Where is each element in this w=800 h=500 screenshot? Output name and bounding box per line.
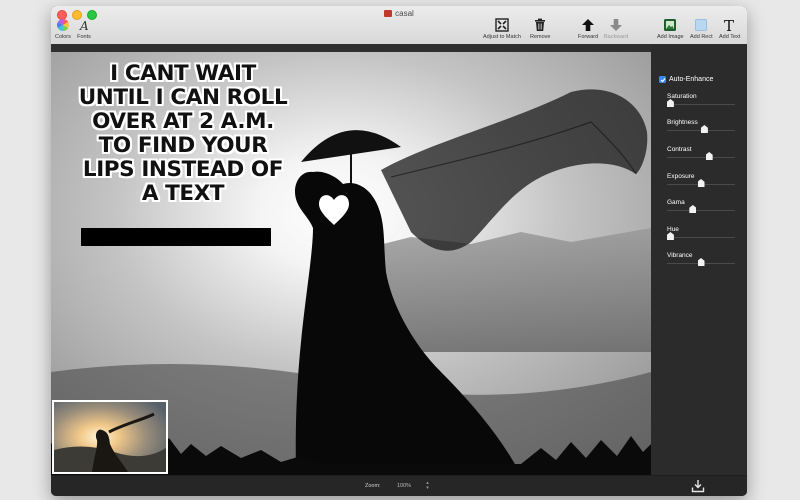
- slider-track[interactable]: [667, 179, 735, 187]
- caption-line: OVER AT 2 A.M.: [92, 109, 274, 134]
- fonts-button[interactable]: A Fonts: [77, 18, 91, 40]
- exposure-slider[interactable]: Exposure: [667, 173, 735, 187]
- text-icon: T: [724, 18, 734, 32]
- zoom-stepper[interactable]: ▴ ▾: [425, 481, 430, 491]
- adjustments-sidebar: Auto-Enhance Saturation Brightness Contr…: [651, 44, 747, 475]
- adjust-to-match-button[interactable]: Adjust to Match: [483, 18, 521, 40]
- backward-button[interactable]: Backward: [604, 18, 628, 40]
- gama-slider[interactable]: Gama: [667, 199, 735, 213]
- arrow-up-icon: [582, 19, 595, 31]
- rectangle-icon: [695, 19, 708, 31]
- checkbox-checked[interactable]: [659, 76, 666, 83]
- slider-thumb[interactable]: [700, 125, 708, 133]
- caption-line: TO FIND YOUR: [98, 133, 268, 158]
- window-title: casal: [51, 9, 747, 18]
- remove-button[interactable]: Remove: [530, 18, 550, 40]
- caption-line: A TEXT: [141, 181, 225, 206]
- add-rect-button[interactable]: Add Rect: [690, 18, 713, 40]
- add-image-button[interactable]: Add Image: [657, 18, 684, 40]
- thumbnail-photo: [54, 402, 166, 472]
- forward-button[interactable]: Forward: [578, 18, 598, 40]
- slider-track[interactable]: [667, 125, 735, 133]
- slider-track[interactable]: [667, 258, 735, 266]
- caption-line: I CANT WAIT: [110, 61, 256, 86]
- colors-button[interactable]: Colors: [55, 18, 71, 40]
- slider-thumb[interactable]: [689, 205, 697, 213]
- slider-thumb[interactable]: [666, 99, 674, 107]
- meme-caption[interactable]: I CANT WAIT UNTIL I CAN ROLL OVER AT 2 A…: [55, 62, 311, 206]
- font-icon: A: [79, 19, 89, 32]
- color-wheel-icon: [56, 18, 69, 31]
- svg-text:T: T: [724, 18, 734, 32]
- black-rectangle-layer[interactable]: [81, 228, 271, 246]
- slider-thumb[interactable]: [697, 258, 705, 266]
- download-tray-icon: [691, 480, 705, 493]
- slider-thumb[interactable]: [666, 232, 674, 240]
- add-text-button[interactable]: T Add Text: [719, 18, 740, 40]
- slider-track[interactable]: [666, 232, 735, 240]
- canvas-top-strip: [51, 44, 651, 52]
- app-window: casal Colors A Fonts Adjust to Match Rem…: [51, 6, 747, 496]
- zoom-label: Zoom:: [365, 483, 381, 489]
- saturation-slider[interactable]: Saturation: [666, 93, 735, 107]
- arrow-down-icon: [610, 19, 623, 31]
- hue-slider[interactable]: Hue: [666, 226, 735, 240]
- caption-line: LIPS INSTEAD OF: [82, 157, 284, 182]
- slider-thumb[interactable]: [697, 179, 705, 187]
- fit-screen-icon: [495, 18, 509, 32]
- export-button[interactable]: [691, 479, 705, 493]
- contrast-slider[interactable]: Contrast: [667, 146, 735, 160]
- auto-enhance-checkbox[interactable]: Auto-Enhance: [659, 76, 713, 83]
- image-icon: [664, 19, 677, 31]
- vibrance-slider[interactable]: Vibrance: [667, 252, 735, 266]
- slider-thumb[interactable]: [705, 152, 713, 160]
- checkmark-icon: [660, 77, 665, 82]
- svg-text:A: A: [79, 19, 89, 32]
- bottom-bar: Zoom: 100% ▴ ▾: [51, 475, 747, 496]
- zoom-value[interactable]: 100%: [397, 483, 411, 489]
- trash-icon: [535, 18, 546, 31]
- document-icon: [384, 10, 393, 17]
- image-canvas[interactable]: I CANT WAIT UNTIL I CAN ROLL OVER AT 2 A…: [51, 52, 651, 475]
- slider-track[interactable]: [667, 152, 735, 160]
- slider-track[interactable]: [667, 205, 735, 213]
- brightness-slider[interactable]: Brightness: [667, 119, 735, 133]
- toolbar: casal Colors A Fonts Adjust to Match Rem…: [51, 6, 747, 45]
- caption-line: UNTIL I CAN ROLL: [78, 85, 288, 110]
- image-thumbnail[interactable]: [52, 400, 168, 474]
- slider-track[interactable]: [666, 99, 735, 107]
